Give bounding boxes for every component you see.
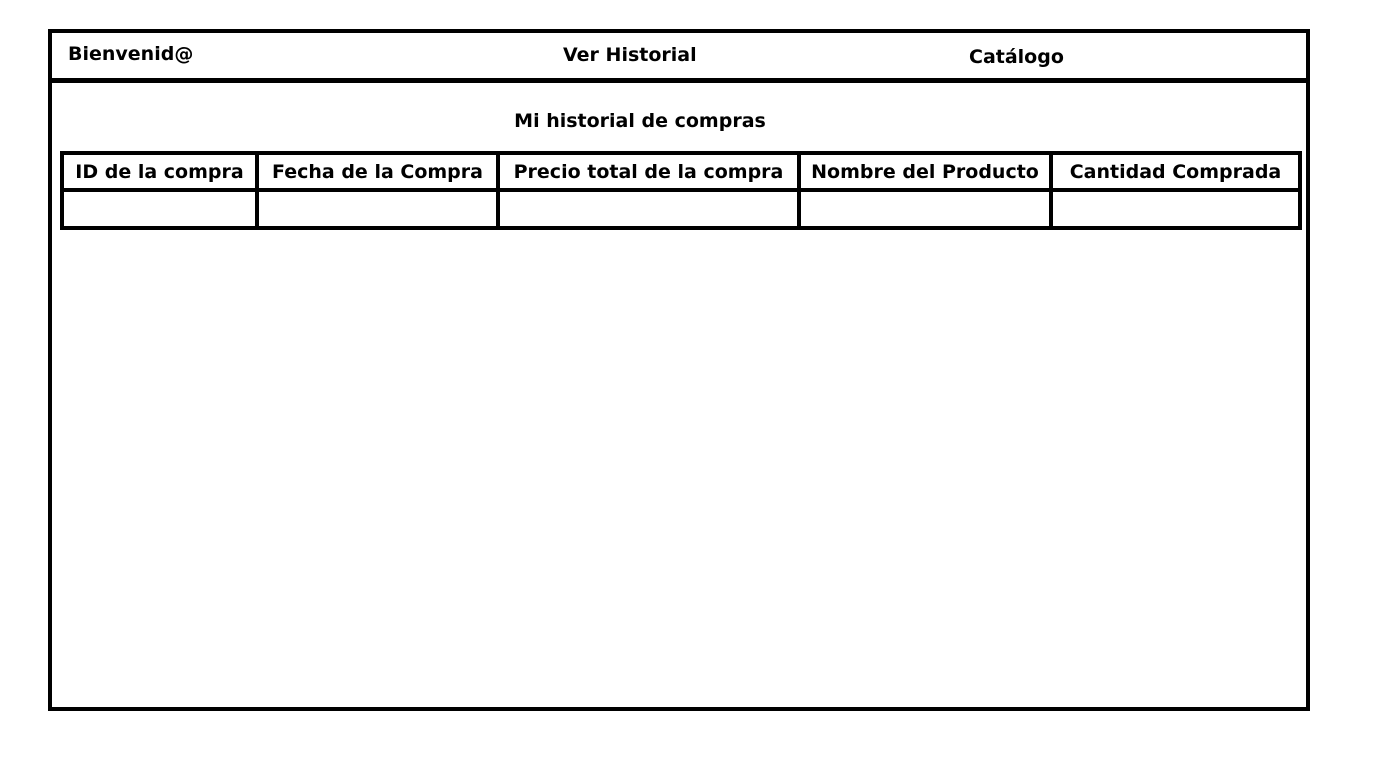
purchase-history-table: ID de la compra Fecha de la Compra Preci… xyxy=(60,151,1302,230)
column-header-product-name: Nombre del Producto xyxy=(797,151,1053,192)
view-history-link[interactable]: Ver Historial xyxy=(563,44,697,66)
page-title: Mi historial de compras xyxy=(514,110,766,132)
table-row xyxy=(60,188,1302,230)
header-divider xyxy=(52,78,1306,83)
table-cell-purchase-date xyxy=(255,188,500,230)
welcome-label: Bienvenid@ xyxy=(68,43,194,65)
table-header-row: ID de la compra Fecha de la Compra Preci… xyxy=(60,151,1302,192)
column-header-purchase-id: ID de la compra xyxy=(60,151,259,192)
table-cell-product-name xyxy=(797,188,1053,230)
column-header-purchase-date: Fecha de la Compra xyxy=(255,151,500,192)
table-cell-quantity xyxy=(1049,188,1302,230)
column-header-quantity: Cantidad Comprada xyxy=(1049,151,1302,192)
table-cell-purchase-id xyxy=(60,188,259,230)
column-header-total-price: Precio total de la compra xyxy=(496,151,801,192)
header-bar: Bienvenid@ Ver Historial Catálogo xyxy=(52,33,1306,78)
app-window: Bienvenid@ Ver Historial Catálogo Mi his… xyxy=(48,29,1310,711)
catalog-link[interactable]: Catálogo xyxy=(969,46,1064,68)
table-cell-total-price xyxy=(496,188,801,230)
